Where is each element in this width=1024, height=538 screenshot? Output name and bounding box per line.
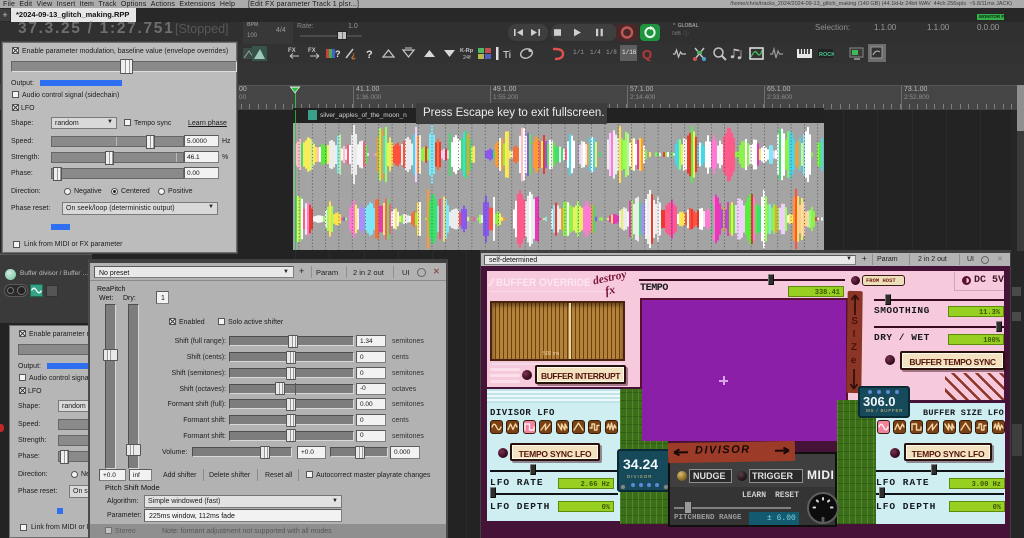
svg-text:¿: ¿ bbox=[351, 51, 356, 60]
svg-text:ROCK: ROCK bbox=[819, 52, 834, 58]
svg-text:24f: 24f bbox=[463, 55, 471, 61]
svg-text:Ti: Ti bbox=[503, 50, 511, 61]
svg-text:?: ? bbox=[366, 49, 373, 61]
svg-text:?: ? bbox=[335, 49, 340, 59]
svg-text:K-Rp: K-Rp bbox=[460, 48, 474, 54]
svg-text:Q: Q bbox=[642, 47, 652, 61]
svg-text:FX: FX bbox=[308, 48, 316, 54]
svg-text:FX: FX bbox=[288, 48, 296, 54]
